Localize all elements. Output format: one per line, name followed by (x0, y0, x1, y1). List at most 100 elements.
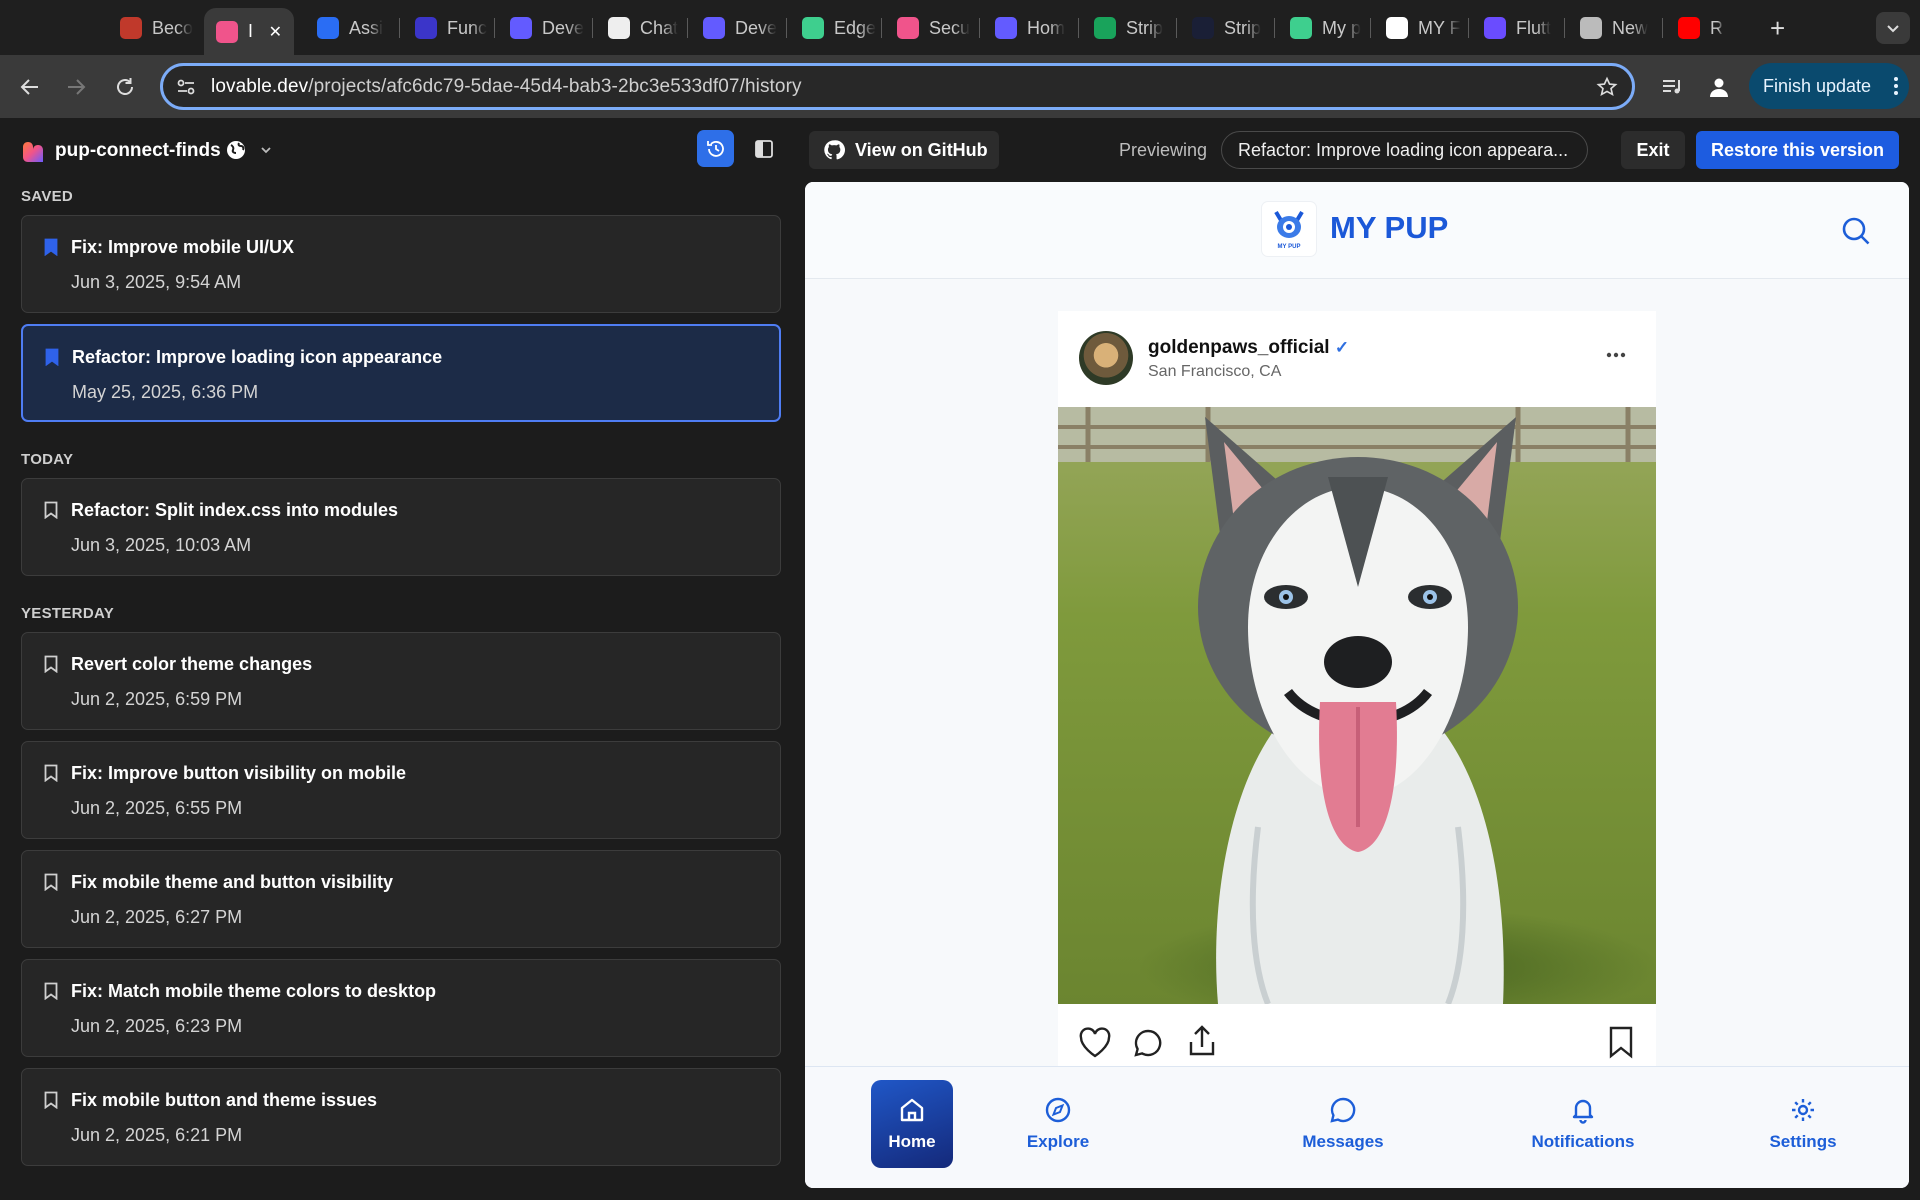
more-vertical-icon (1894, 77, 1898, 95)
post-image[interactable] (1058, 407, 1656, 1004)
heart-icon[interactable] (1078, 1027, 1112, 1059)
version-card[interactable]: Fix: Improve mobile UI/UX Jun 3, 2025, 9:… (21, 215, 781, 313)
bookmark-icon[interactable] (44, 501, 58, 519)
browser-tab[interactable]: Beco (108, 12, 203, 44)
chevron-down-icon[interactable] (258, 142, 274, 158)
version-card[interactable]: Fix: Match mobile theme colors to deskto… (21, 959, 781, 1057)
globe-icon[interactable] (225, 139, 247, 161)
browser-tab[interactable]: Edge (790, 12, 880, 44)
forward-button[interactable] (60, 71, 92, 103)
github-label: View on GitHub (855, 139, 988, 160)
tab-separator (1078, 18, 1079, 38)
mypup-logo[interactable]: MY PUP (1262, 202, 1316, 256)
bookmark-icon[interactable] (44, 873, 58, 891)
tab-separator (1176, 18, 1177, 38)
nav-explore[interactable]: Explore (1010, 1080, 1106, 1168)
version-title: Refactor: Improve loading icon appearanc… (72, 347, 443, 367)
version-card[interactable]: Fix mobile theme and button visibility Ju… (21, 850, 781, 948)
browser-tab[interactable]: R (1666, 12, 1746, 44)
husky-photo (1058, 407, 1656, 1004)
browser-tab[interactable]: New (1568, 12, 1660, 44)
profile-button[interactable] (1703, 71, 1735, 103)
browser-tab[interactable]: Secu (885, 12, 977, 44)
reload-button[interactable] (109, 71, 141, 103)
media-controls-button[interactable] (1656, 71, 1688, 103)
tab-separator (881, 18, 882, 38)
youtube-icon (1678, 17, 1700, 39)
browser-tab[interactable]: Strip (1180, 12, 1272, 44)
browser-tab[interactable]: Strip (1082, 12, 1174, 44)
address-bar[interactable]: lovable.dev/projects/afc6dc79-5dae-45d4-… (160, 63, 1635, 110)
browser-tab[interactable]: Assi (305, 12, 397, 44)
toggle-sidebar-button[interactable] (745, 130, 782, 167)
profile-avatar-icon (1710, 78, 1728, 97)
browser-tab[interactable]: I ✕ (204, 8, 294, 55)
finish-update-button[interactable]: Finish update (1749, 63, 1909, 109)
nav-messages[interactable]: Messages (1283, 1080, 1403, 1168)
exit-button[interactable]: Exit (1621, 131, 1685, 169)
lovable-logo-icon (23, 142, 43, 162)
nav-home-label: Home (888, 1132, 936, 1151)
browser-tab[interactable]: Hom (983, 12, 1075, 44)
tab-separator (786, 18, 787, 38)
supabase-bolt-icon (1290, 17, 1312, 39)
stripe-s-icon (703, 17, 725, 39)
nav-messages-label: Messages (1302, 1132, 1384, 1151)
back-button[interactable] (14, 71, 46, 103)
browser-tab[interactable]: Flutt (1472, 12, 1564, 44)
tab-title: Assi (349, 17, 384, 38)
bookmark-icon[interactable] (44, 764, 58, 782)
browser-tab[interactable]: Deve (498, 12, 590, 44)
version-title: Fix: Match mobile theme colors to deskto… (71, 981, 437, 1001)
more-horizontal-icon[interactable] (1606, 351, 1626, 359)
version-date: Jun 2, 2025, 6:27 PM (71, 907, 243, 927)
site-info-icon[interactable] (175, 76, 197, 98)
app-preview-frame[interactable]: MY PUP MY PUP goldenpaws_official ✓ San … (805, 182, 1909, 1188)
version-card[interactable]: Refactor: Split index.css into modules Ju… (21, 478, 781, 576)
nav-settings[interactable]: Settings (1755, 1080, 1851, 1168)
browser-tab[interactable]: MY F (1374, 12, 1466, 44)
view-on-github-button[interactable]: View on GitHub (809, 131, 999, 169)
version-card[interactable]: Revert color theme changes Jun 2, 2025, 6… (21, 632, 781, 730)
user-avatar[interactable] (1079, 331, 1133, 385)
nav-notifications[interactable]: Notifications (1509, 1080, 1657, 1168)
bookmark-icon[interactable] (44, 982, 58, 1000)
version-card[interactable]: Fix: Improve button visibility on mobile… (21, 741, 781, 839)
post-location: San Francisco, CA (1148, 363, 1282, 380)
nav-home[interactable]: Home (871, 1080, 953, 1168)
close-tab-icon[interactable]: ✕ (269, 22, 282, 42)
version-date: Jun 2, 2025, 6:21 PM (71, 1125, 243, 1145)
previewing-version-pill[interactable]: Refactor: Improve loading icon appeara..… (1221, 131, 1588, 169)
history-toggle-button[interactable] (697, 130, 734, 167)
version-card[interactable]: Fix mobile button and theme issues Jun 2,… (21, 1068, 781, 1166)
bookmark-filled-icon[interactable] (44, 238, 58, 256)
bookmark-star-icon[interactable] (1596, 76, 1618, 98)
openai-blue-icon (317, 17, 339, 39)
new-tab-button[interactable]: + (1770, 13, 1785, 44)
bookmark-icon[interactable] (44, 1091, 58, 1109)
logo-lettering: MY PUP (1278, 244, 1301, 250)
url-text[interactable]: lovable.dev/projects/afc6dc79-5dae-45d4-… (211, 76, 802, 98)
tab-separator (687, 18, 688, 38)
comment-icon[interactable] (1132, 1027, 1164, 1059)
tab-title: Func (447, 17, 488, 38)
dog-logo-icon: MY PUP (1274, 210, 1304, 250)
browser-tab[interactable]: Func (403, 12, 493, 44)
search-icon[interactable] (1841, 216, 1871, 246)
bookmark-filled-icon[interactable] (45, 348, 59, 366)
share-icon[interactable] (1186, 1024, 1218, 1058)
browser-tab[interactable]: Chat (596, 12, 686, 44)
browser-tab[interactable]: My p (1278, 12, 1370, 44)
tab-title: Edge (834, 17, 877, 38)
bookmark-icon[interactable] (44, 655, 58, 673)
post-username[interactable]: goldenpaws_official ✓ (1148, 337, 1349, 359)
tab-search-button[interactable] (1876, 12, 1910, 44)
panel-layout-icon (754, 139, 773, 158)
restore-version-button[interactable]: Restore this version (1696, 131, 1899, 169)
version-card[interactable]: Refactor: Improve loading icon appearanc… (21, 324, 781, 422)
version-history-panel: pup-connect-finds SAVED Fix: Improve mobi… (0, 118, 800, 1200)
project-name[interactable]: pup-connect-finds (55, 140, 221, 162)
browser-tab[interactable]: Deve (691, 12, 783, 44)
version-title: Revert color theme changes (71, 654, 313, 674)
save-bookmark-icon[interactable] (1608, 1025, 1634, 1059)
